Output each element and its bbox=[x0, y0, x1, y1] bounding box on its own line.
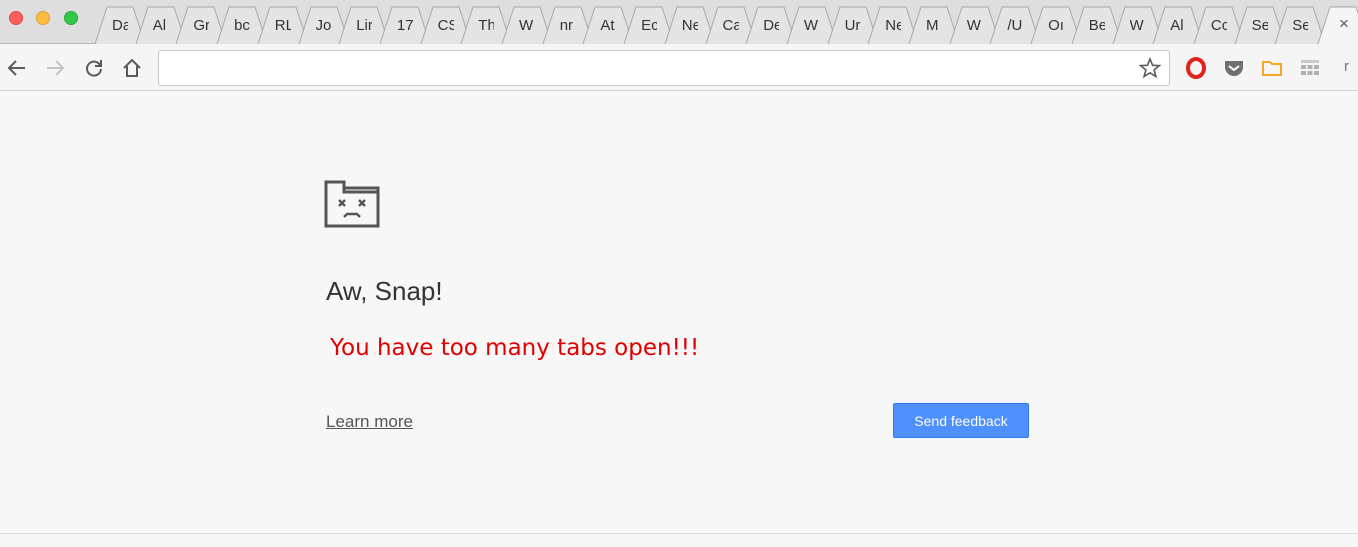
opera-extension-button[interactable] bbox=[1184, 57, 1208, 79]
opera-icon bbox=[1186, 57, 1206, 79]
tab-label: Ur bbox=[844, 17, 861, 34]
back-button[interactable] bbox=[4, 55, 30, 81]
star-icon[interactable] bbox=[1139, 57, 1161, 79]
tab-label: Ne bbox=[885, 17, 902, 34]
tab-label: W bbox=[519, 17, 534, 34]
tab-strip: Da Al Gr bc RL Jo Lir 17 CS Th Wnr At Ec Ne Ca De W Ur Ne M… bbox=[0, 0, 1358, 44]
reload-button[interactable] bbox=[81, 55, 107, 81]
pocket-icon bbox=[1225, 61, 1243, 76]
tab-label: Gr bbox=[193, 17, 210, 34]
forward-button[interactable] bbox=[42, 55, 68, 81]
tab-label: W bbox=[1129, 17, 1144, 34]
learn-more-link[interactable]: Learn more bbox=[326, 412, 413, 432]
send-feedback-button[interactable]: Send feedback bbox=[893, 403, 1029, 438]
tab-label: At bbox=[600, 17, 615, 34]
folder-icon bbox=[1262, 61, 1282, 76]
home-icon bbox=[123, 58, 141, 77]
tab-label: Jo bbox=[315, 17, 332, 34]
minimize-window-button[interactable] bbox=[36, 11, 50, 25]
tab-label: W bbox=[966, 17, 981, 34]
tab-label: Be bbox=[1088, 17, 1105, 34]
tab-label: Al bbox=[1170, 17, 1184, 34]
zoom-window-button[interactable] bbox=[64, 11, 78, 25]
active-tab[interactable]: × bbox=[1317, 6, 1358, 44]
tab-label: 17 bbox=[396, 17, 413, 34]
toolbar: r bbox=[0, 44, 1358, 91]
bottom-divider bbox=[0, 533, 1358, 534]
tab-label: CS bbox=[437, 17, 454, 34]
arrow-left-icon bbox=[7, 60, 25, 76]
tab-label: Ec bbox=[641, 17, 658, 34]
omnibox[interactable] bbox=[158, 50, 1170, 86]
tabs-container: Da Al Gr bc RL Jo Lir 17 CS Th Wnr At Ec Ne Ca De W Ur Ne M… bbox=[94, 4, 1358, 44]
home-button[interactable] bbox=[119, 55, 145, 81]
tab-label: Cc bbox=[1210, 17, 1227, 34]
url-input[interactable] bbox=[167, 57, 1127, 79]
tab-label: Lir bbox=[356, 17, 373, 34]
sad-folder-icon bbox=[324, 180, 380, 228]
tab-label: RL bbox=[274, 17, 291, 34]
error-title: Aw, Snap! bbox=[326, 276, 443, 306]
tab-label: bc bbox=[234, 17, 250, 34]
tab-label: Th bbox=[478, 17, 495, 34]
tab-label: Da bbox=[112, 17, 128, 34]
tab-label: M bbox=[926, 17, 939, 34]
tab-label: /U bbox=[1007, 17, 1023, 34]
tab-label: Se bbox=[1292, 17, 1309, 34]
grid-icon bbox=[1301, 60, 1319, 75]
reload-icon bbox=[86, 60, 102, 77]
tab-label: Ne bbox=[681, 17, 698, 34]
browser-window: Da Al Gr bc RL Jo Lir 17 CS Th Wnr At Ec Ne Ca De W Ur Ne M… bbox=[0, 0, 1358, 547]
close-icon[interactable]: × bbox=[1339, 15, 1349, 32]
arrow-right-icon bbox=[47, 60, 65, 76]
tab-label: Al bbox=[152, 17, 167, 34]
tab-label: De bbox=[763, 17, 780, 34]
pocket-extension-button[interactable] bbox=[1222, 57, 1246, 79]
tab-label: Ca bbox=[722, 17, 739, 34]
folder-extension-button[interactable] bbox=[1260, 57, 1284, 79]
tab-label: Se bbox=[1251, 17, 1268, 34]
tab-label: Oı bbox=[1048, 17, 1064, 34]
error-message: You have too many tabs open!!! bbox=[330, 335, 700, 361]
close-window-button[interactable] bbox=[9, 11, 23, 25]
extension-label[interactable]: r bbox=[1344, 58, 1349, 75]
tab-label: W bbox=[803, 17, 819, 34]
error-page: Aw, Snap! You have too many tabs open!!!… bbox=[0, 92, 1358, 547]
grid-extension-button[interactable] bbox=[1298, 57, 1322, 79]
tab-label: nr bbox=[559, 17, 574, 34]
